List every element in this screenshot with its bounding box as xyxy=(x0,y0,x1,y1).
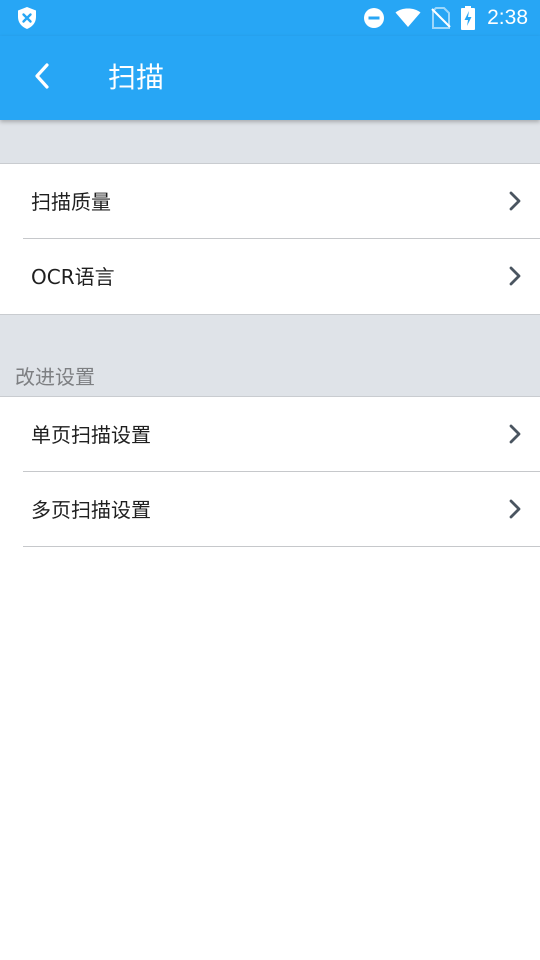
setting-label: 多页扫描设置 xyxy=(31,498,151,522)
setting-label: OCR语言 xyxy=(31,265,115,289)
divider xyxy=(23,546,540,547)
chevron-right-icon xyxy=(508,498,522,520)
setting-row-ocr-language[interactable]: OCR语言 xyxy=(0,239,540,314)
setting-row-scan-quality[interactable]: 扫描质量 xyxy=(0,164,540,239)
back-button[interactable] xyxy=(22,58,62,98)
page-title: 扫描 xyxy=(108,61,165,94)
chevron-right-icon xyxy=(508,265,522,287)
setting-label: 扫描质量 xyxy=(31,190,111,214)
chevron-right-icon xyxy=(508,190,522,212)
shield-x-icon xyxy=(16,6,38,30)
do-not-disturb-icon xyxy=(363,7,385,29)
setting-row-multi-page-scan[interactable]: 多页扫描设置 xyxy=(0,472,540,547)
section-spacer xyxy=(0,120,540,164)
wifi-icon xyxy=(395,8,421,28)
chevron-left-icon xyxy=(33,62,51,94)
app-toolbar: 扫描 xyxy=(0,36,540,120)
section-header-container: 改进设置 xyxy=(0,314,540,397)
settings-list: 扫描质量 OCR语言 改进设置 单页扫描设置 多页扫描设置 xyxy=(0,120,540,547)
chevron-right-icon xyxy=(508,423,522,445)
clock: 2:38 xyxy=(487,6,528,29)
status-bar: 2:38 xyxy=(0,0,540,36)
no-sim-icon xyxy=(431,7,451,29)
section-header: 改进设置 xyxy=(15,365,95,389)
setting-label: 单页扫描设置 xyxy=(31,423,151,447)
battery-charging-icon xyxy=(461,6,476,30)
setting-row-single-page-scan[interactable]: 单页扫描设置 xyxy=(0,397,540,472)
